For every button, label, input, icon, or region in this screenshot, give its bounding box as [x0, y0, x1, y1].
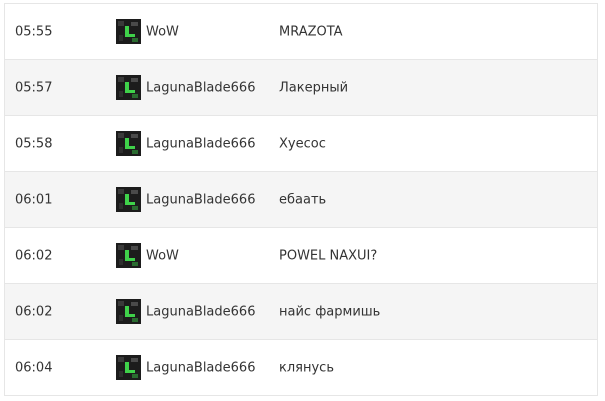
chat-row: 06:02 LagunaBlade666 найс фармишь: [5, 284, 597, 340]
chat-message: ебаать: [279, 192, 327, 207]
message-time: 05:57: [15, 80, 53, 95]
chat-message: найс фармишь: [279, 304, 381, 319]
chat-row: 05:58 LagunaBlade666 Хуесос: [5, 116, 597, 172]
chat-row: 06:02 WoW POWEL NAXUI?: [5, 228, 597, 284]
player-name[interactable]: LagunaBlade666: [146, 80, 255, 95]
player-name[interactable]: WoW: [146, 24, 179, 39]
hero-portrait-icon[interactable]: [116, 242, 141, 268]
hero-portrait-icon[interactable]: [116, 18, 141, 44]
hero-portrait-icon[interactable]: [116, 74, 141, 100]
chat-row: 05:55 WoW MRAZOTA: [5, 4, 597, 60]
message-time: 06:04: [15, 360, 53, 375]
hero-portrait-icon[interactable]: [116, 298, 141, 324]
message-time: 06:01: [15, 192, 53, 207]
player-name[interactable]: LagunaBlade666: [146, 136, 255, 151]
player-name[interactable]: LagunaBlade666: [146, 192, 255, 207]
chat-message: клянусь: [279, 360, 334, 375]
hero-portrait-icon[interactable]: [116, 130, 141, 156]
chat-row: 06:04 LagunaBlade666 клянусь: [5, 340, 597, 396]
chat-message: MRAZOTA: [279, 24, 343, 39]
chat-message: POWEL NAXUI?: [279, 248, 378, 263]
chat-log: 05:55 WoW MRAZOTA 05:57 LagunaBlade666 Л…: [4, 3, 598, 396]
player-name[interactable]: LagunaBlade666: [146, 304, 255, 319]
message-time: 06:02: [15, 248, 53, 263]
chat-message: Лакерный: [279, 80, 349, 95]
chat-row: 06:01 LagunaBlade666 ебаать: [5, 172, 597, 228]
message-time: 05:58: [15, 136, 53, 151]
hero-portrait-icon[interactable]: [116, 186, 141, 212]
player-name[interactable]: WoW: [146, 248, 179, 263]
player-name[interactable]: LagunaBlade666: [146, 360, 255, 375]
chat-message: Хуесос: [279, 136, 326, 151]
hero-portrait-icon[interactable]: [116, 354, 141, 380]
chat-row: 05:57 LagunaBlade666 Лакерный: [5, 60, 597, 116]
message-time: 06:02: [15, 304, 53, 319]
message-time: 05:55: [15, 24, 53, 39]
